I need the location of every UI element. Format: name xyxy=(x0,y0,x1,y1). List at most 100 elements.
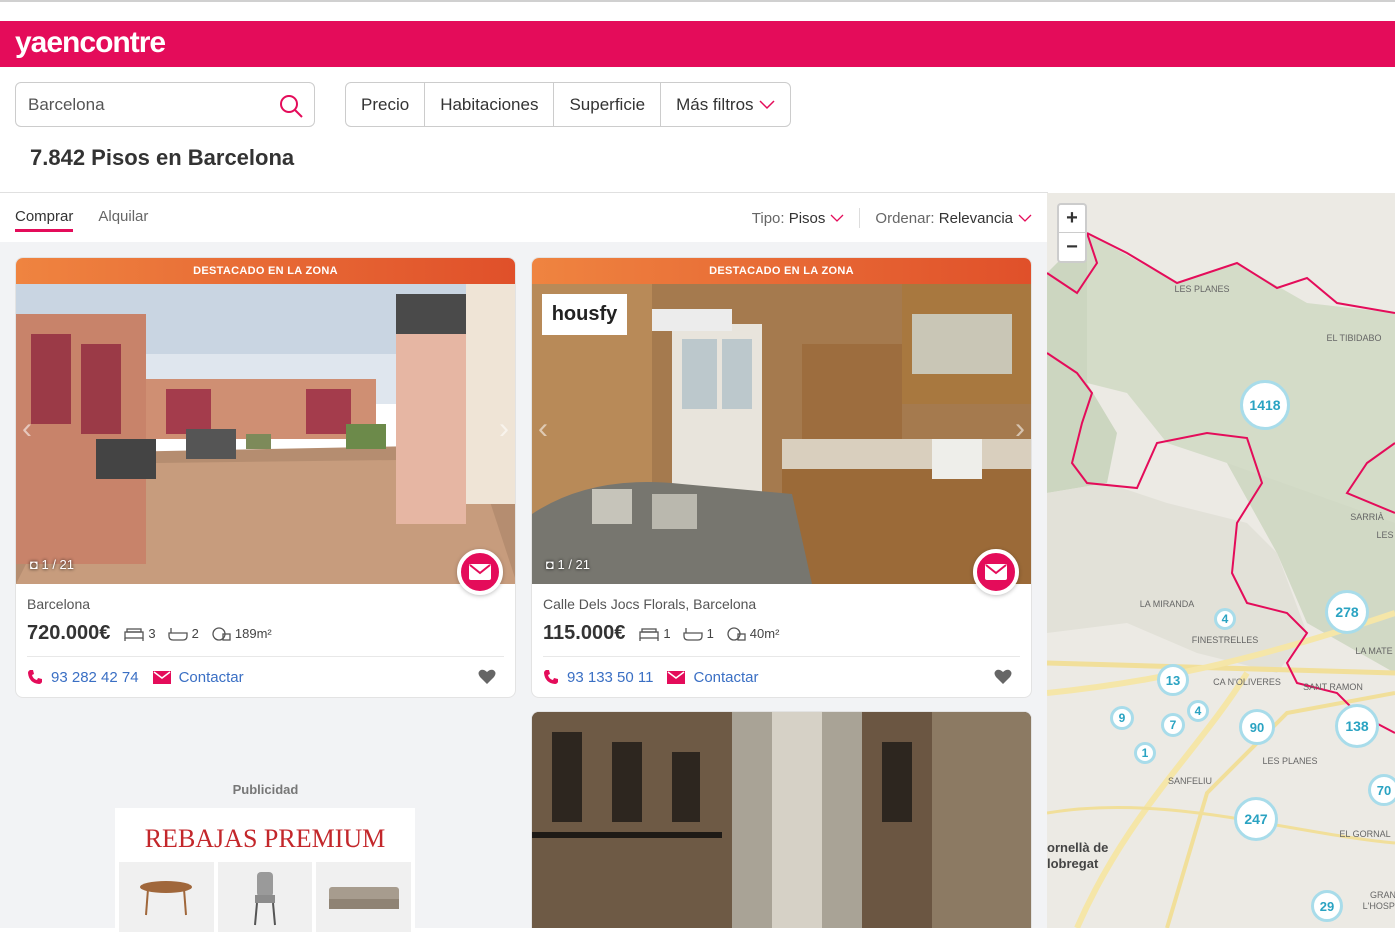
order-selector[interactable]: Ordenar: Relevancia xyxy=(875,210,1013,227)
mail-icon xyxy=(469,564,491,580)
listing-location: Calle Dels Jocs Florals, Barcelona xyxy=(543,596,757,612)
bed-icon xyxy=(124,627,145,641)
message-button[interactable] xyxy=(973,549,1019,595)
prev-photo-icon[interactable]: ‹ xyxy=(22,412,32,446)
area-icon xyxy=(727,626,746,641)
order-value: Relevancia xyxy=(938,209,1013,227)
area-icon xyxy=(212,626,231,641)
phone-icon xyxy=(544,670,558,684)
featured-banner: DESTACADO EN LA ZONA xyxy=(532,258,1031,284)
top-border xyxy=(0,0,1395,2)
map-cluster[interactable]: 278 xyxy=(1325,590,1369,634)
map-cluster[interactable]: 247 xyxy=(1234,797,1278,841)
next-photo-icon[interactable]: › xyxy=(499,412,509,446)
order-label: Ordenar: xyxy=(875,209,935,227)
map-cluster[interactable]: 138 xyxy=(1335,704,1379,748)
map-cluster[interactable]: 29 xyxy=(1311,890,1343,922)
phone-link[interactable]: 93 133 50 11 xyxy=(543,669,653,686)
location-search[interactable] xyxy=(15,82,315,127)
filter-price[interactable]: Precio xyxy=(346,83,426,126)
map-cluster[interactable]: 4 xyxy=(1214,608,1236,630)
contact-label: Contactar xyxy=(693,668,759,686)
results-map[interactable]: + − LES PLANES EL TIBIDABO SARRIÀ LES LA… xyxy=(1047,193,1395,928)
phone-link[interactable]: 93 282 42 74 xyxy=(27,669,139,686)
mail-icon xyxy=(152,670,171,684)
rooms-count: 1 xyxy=(663,626,671,641)
housfy-logo-text: housfy xyxy=(551,303,618,325)
listing-card[interactable]: DESTACADO EN LA ZONA ‹ › ◘ 1 / 21 Barcel… xyxy=(15,257,516,698)
map-label: SANFELIU xyxy=(1167,776,1213,786)
baths-count: 2 xyxy=(191,626,199,641)
favorite-heart-icon[interactable] xyxy=(478,669,496,685)
rooms-count: 3 xyxy=(148,626,156,641)
advertisement[interactable]: REBAJAS PREMIUM xyxy=(115,808,415,938)
filter-bar: Precio Habitaciones Superficie Más filtr… xyxy=(345,82,791,127)
map-label: LA MIRANDA xyxy=(1139,599,1195,609)
map-cluster[interactable]: 7 xyxy=(1161,713,1185,737)
map-label: EL TIBIDABO xyxy=(1326,333,1382,343)
ad-product[interactable] xyxy=(119,862,214,932)
listing-price: 720.000€ xyxy=(27,622,111,644)
tab-buy[interactable]: Comprar xyxy=(15,208,74,232)
map-cluster[interactable]: 9 xyxy=(1110,706,1134,730)
zoom-in-button[interactable]: + xyxy=(1059,205,1085,233)
site-logo[interactable]: yaencontre xyxy=(15,26,166,60)
listing-photo[interactable]: ‹ › ◘ 1 / 21 xyxy=(16,284,515,584)
listing-card[interactable]: DESTACADO EN LA ZONA housfy ‹ › ◘ 1 / 21 xyxy=(531,257,1032,698)
next-photo-icon[interactable]: › xyxy=(1015,412,1025,446)
type-selector[interactable]: Tipo: Pisos xyxy=(752,210,826,227)
filter-surface[interactable]: Superficie xyxy=(554,83,662,126)
map-label: SANT RAMON xyxy=(1303,682,1363,692)
listing-card[interactable] xyxy=(531,711,1032,928)
rooms-feature: 3 xyxy=(124,626,156,641)
search-icon[interactable] xyxy=(278,93,304,119)
map-cluster[interactable]: 1418 xyxy=(1240,380,1290,430)
map-label: LES PLANES xyxy=(1174,284,1230,294)
listing-price: 115.000€ xyxy=(543,622,626,644)
type-label: Tipo: xyxy=(751,209,785,227)
photo-count-text: 1 / 21 xyxy=(41,557,75,572)
contact-link[interactable]: Contactar xyxy=(152,669,244,686)
message-button[interactable] xyxy=(457,549,503,595)
zoom-out-button[interactable]: − xyxy=(1059,233,1085,261)
map-cluster[interactable]: 1 xyxy=(1134,742,1156,764)
chevron-down-icon[interactable] xyxy=(830,214,844,223)
phone-number: 93 133 50 11 xyxy=(567,668,654,686)
map-label: SARRIÀ xyxy=(1350,512,1384,522)
favorite-heart-icon[interactable] xyxy=(994,669,1012,685)
map-label: ornellà de xyxy=(1047,840,1109,855)
operation-tabs: Comprar Alquilar xyxy=(15,208,148,232)
map-label: GRAN xyxy=(1369,890,1395,900)
site-header: yaencontre xyxy=(0,21,1395,67)
filter-more-label: Más filtros xyxy=(676,94,754,114)
chevron-down-icon[interactable] xyxy=(1018,214,1032,223)
filter-more[interactable]: Más filtros xyxy=(661,83,789,126)
ad-product[interactable] xyxy=(217,862,313,932)
ad-product[interactable] xyxy=(316,862,412,932)
area-feature: 40m² xyxy=(726,626,779,641)
bath-icon xyxy=(682,627,703,641)
map-cluster[interactable]: 90 xyxy=(1239,709,1275,745)
zoom-control: + − xyxy=(1057,203,1087,263)
type-value: Pisos xyxy=(788,209,826,227)
filter-rooms[interactable]: Habitaciones xyxy=(425,83,555,126)
chair-icon xyxy=(254,872,276,926)
chevron-down-icon xyxy=(759,99,775,109)
contact-link[interactable]: Contactar xyxy=(667,668,759,686)
ad-label: Publicidad xyxy=(232,782,299,797)
bath-icon xyxy=(168,627,188,641)
terrace-photo xyxy=(16,284,515,584)
map-label: lobregat xyxy=(1047,856,1099,871)
map-cluster[interactable]: 4 xyxy=(1187,700,1209,722)
agency-logo: housfy xyxy=(542,294,627,335)
area-feature: 189m² xyxy=(211,626,272,641)
map-cluster[interactable]: 13 xyxy=(1157,664,1189,696)
map-cluster[interactable]: 70 xyxy=(1368,774,1395,806)
prev-photo-icon[interactable]: ‹ xyxy=(538,412,548,446)
results-title: 7.842 Pisos en Barcelona xyxy=(30,145,295,170)
search-input[interactable] xyxy=(28,93,278,117)
listing-photo[interactable]: housfy ‹ › ◘ 1 / 21 xyxy=(532,284,1031,584)
camera-icon: ◘ xyxy=(30,557,38,572)
tab-rent[interactable]: Alquilar xyxy=(98,208,148,232)
bed-icon xyxy=(639,627,659,641)
